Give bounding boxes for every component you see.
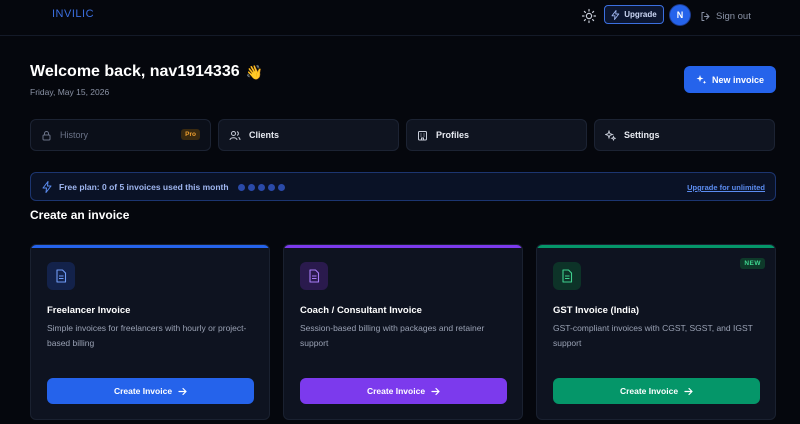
document-icon	[553, 262, 581, 290]
pro-badge: Pro	[181, 129, 200, 140]
top-bar: INVILIC Upgrade N Sign out	[0, 0, 800, 36]
tab-history[interactable]: History Pro	[30, 119, 211, 151]
card-accent	[284, 245, 522, 248]
usage-dot	[268, 184, 275, 191]
lightning-icon	[611, 9, 620, 20]
users-icon	[229, 130, 241, 141]
card-title: Freelancer Invoice	[47, 305, 131, 316]
arrow-right-icon	[431, 387, 440, 396]
card-description: GST-compliant invoices with CGST, SGST, …	[553, 323, 753, 348]
card-description: Session-based billing with packages and …	[300, 323, 485, 348]
card-accent	[31, 245, 269, 248]
tab-profiles-label: Profiles	[436, 130, 470, 140]
new-badge: NEW	[740, 258, 765, 269]
sign-out-button[interactable]: Sign out	[700, 9, 751, 23]
arrow-right-icon	[178, 387, 187, 396]
tab-settings[interactable]: Settings	[594, 119, 775, 151]
usage-dot	[278, 184, 285, 191]
app-logo[interactable]: INVILIC	[52, 8, 94, 20]
upgrade-label: Upgrade	[624, 10, 657, 19]
building-icon	[417, 130, 428, 141]
invoice-card-coach: Coach / Consultant Invoice Session-based…	[283, 244, 523, 420]
plan-usage-text: Free plan: 0 of 5 invoices used this mon…	[59, 182, 229, 192]
section-title: Create an invoice	[30, 208, 130, 222]
tab-profiles[interactable]: Profiles	[406, 119, 587, 151]
invoice-card-freelancer: Freelancer Invoice Simple invoices for f…	[30, 244, 270, 420]
new-invoice-label: New invoice	[711, 74, 765, 85]
tab-clients[interactable]: Clients	[218, 119, 399, 151]
upgrade-for-unlimited-link[interactable]: Upgrade for unlimited	[687, 183, 765, 192]
usage-dots	[238, 184, 285, 191]
lightning-icon	[42, 181, 52, 193]
sparkles-icon	[605, 129, 616, 141]
welcome-title: Welcome back, nav1914336	[30, 63, 240, 80]
plan-usage-banner: Free plan: 0 of 5 invoices used this mon…	[30, 172, 776, 201]
card-accent	[537, 245, 775, 248]
usage-dot	[248, 184, 255, 191]
user-avatar[interactable]: N	[670, 5, 690, 25]
create-coach-invoice-button[interactable]: Create Invoice	[300, 378, 507, 404]
new-invoice-button[interactable]: New invoice	[684, 66, 776, 93]
create-invoice-label: Create Invoice	[366, 386, 426, 396]
card-title: Coach / Consultant Invoice	[300, 305, 422, 316]
usage-dot	[258, 184, 265, 191]
welcome-heading: Welcome back, nav1914336 👋	[30, 63, 263, 81]
tab-history-label: History	[60, 130, 89, 140]
usage-dot	[238, 184, 245, 191]
lock-icon	[41, 130, 52, 141]
logout-icon	[700, 11, 711, 22]
card-description: Simple invoices for freelancers with hou…	[47, 323, 247, 348]
document-icon	[47, 262, 75, 290]
invoice-card-gst: NEW GST Invoice (India) GST-compliant in…	[536, 244, 776, 420]
wave-emoji: 👋	[245, 63, 264, 80]
theme-toggle-sun-icon[interactable]	[581, 8, 597, 24]
create-freelancer-invoice-button[interactable]: Create Invoice	[47, 378, 254, 404]
create-invoice-label: Create Invoice	[113, 386, 173, 396]
create-invoice-label: Create Invoice	[619, 386, 679, 396]
tab-clients-label: Clients	[249, 130, 280, 140]
arrow-right-icon	[684, 387, 693, 396]
tab-settings-label: Settings	[624, 130, 660, 140]
card-title: GST Invoice (India)	[553, 305, 640, 316]
upgrade-button[interactable]: Upgrade	[604, 5, 664, 24]
sign-out-label: Sign out	[716, 10, 751, 22]
sparkles-icon	[696, 74, 707, 85]
current-date: Friday, May 15, 2026	[30, 87, 110, 97]
document-icon	[300, 262, 328, 290]
create-gst-invoice-button[interactable]: Create Invoice	[553, 378, 760, 404]
